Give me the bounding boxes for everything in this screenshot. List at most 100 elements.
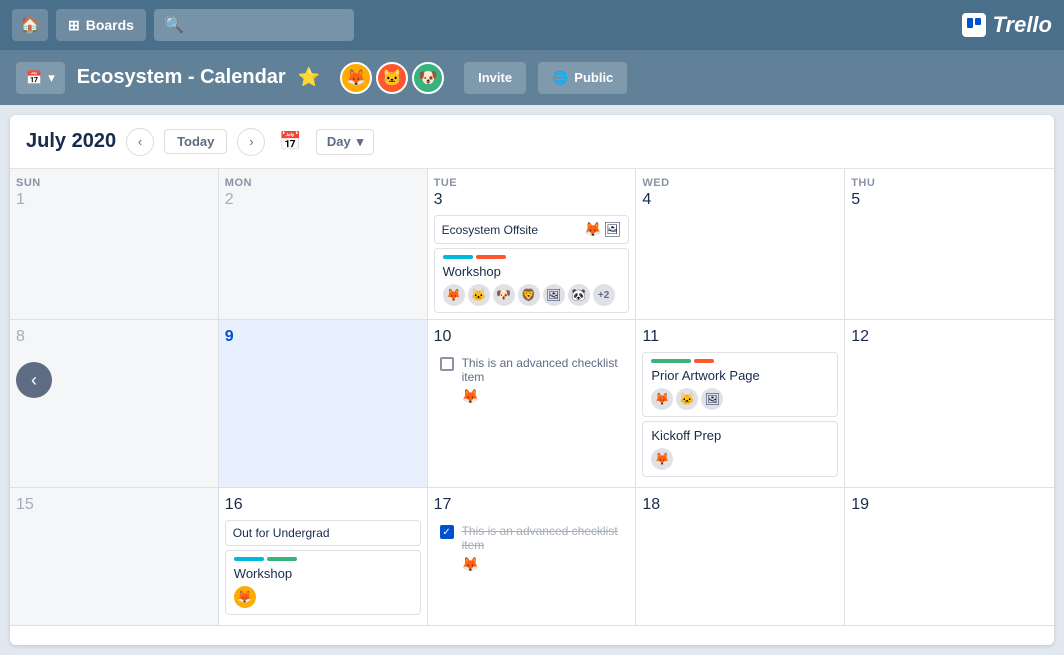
card-avatars: 🦊 🐱 🐶 🦁 🖼 🐼 +2: [443, 284, 621, 306]
color-bar-cyan: [443, 255, 473, 259]
avatar-emoji: 🖼: [604, 221, 622, 238]
banner-avatars: 🦊 🖼: [584, 221, 621, 238]
checklist-item-done: ✓ This is an advanced checklist item 🦊: [434, 520, 630, 577]
kickoff-prep-card[interactable]: Kickoff Prep 🦊: [642, 421, 838, 477]
public-label: Public: [574, 70, 613, 85]
trello-logo: Trello: [962, 12, 1052, 38]
day-name-tue: TUE: [434, 177, 630, 189]
workshop-row3-color-bar: [234, 557, 412, 561]
workshop-row3-avatars: 🦊: [234, 586, 412, 608]
card-avatar: 🐶: [493, 284, 515, 306]
chevron-down-icon: ▾: [357, 134, 364, 150]
color-bar-cyan2: [234, 557, 264, 561]
boards-label: Boards: [86, 17, 134, 33]
color-bar-red: [476, 255, 506, 259]
board-view-button[interactable]: 📅 ▾: [16, 62, 65, 94]
day-num-18: 18: [642, 496, 838, 514]
calendar-picker-icon[interactable]: 📅: [275, 127, 305, 156]
day-name-thu: THU: [851, 177, 1048, 189]
day-num-5: 5: [851, 191, 1048, 209]
day-num-19: 19: [851, 496, 1048, 514]
prior-artwork-color-bar: [651, 359, 829, 363]
day-num-1: 1: [16, 191, 212, 209]
card-avatar: 🦊: [443, 284, 465, 306]
day-num-11: 11: [642, 328, 838, 346]
calendar-view-icon: 📅: [26, 70, 42, 86]
card-avatar: 🖼: [543, 284, 565, 306]
avatar-group: 🦊 🐱 🐶: [340, 62, 444, 94]
calendar-cell-9: 9: [219, 320, 428, 488]
checklist-emoji: 🦊: [462, 556, 479, 573]
checklist-item-row2: This is an advanced checklist item 🦊: [434, 352, 630, 409]
view-label: Day: [327, 134, 351, 149]
calendar-toolbar: July 2020 ‹ Today › 📅 Day ▾: [10, 115, 1054, 169]
card-color-bar: [443, 255, 621, 259]
workshop-card-row3[interactable]: Workshop 🦊: [225, 550, 421, 615]
calendar-cell-sun1: SUN 1: [10, 169, 219, 320]
day-num-15: 15: [16, 496, 212, 514]
checkmark-icon: ✓: [442, 527, 450, 538]
boards-button[interactable]: ⊞ Boards: [56, 9, 146, 41]
card-avatar: 🐼: [568, 284, 590, 306]
today-button[interactable]: Today: [164, 129, 227, 154]
calendar-cell-16: 16 Out for Undergrad Workshop 🦊: [219, 488, 428, 626]
next-month-button[interactable]: ›: [237, 128, 265, 156]
out-for-undergrad-label: Out for Undergrad: [233, 526, 330, 540]
trello-wordmark: Trello: [992, 12, 1052, 38]
prior-artwork-avatars: 🦊 🐱 🖼: [651, 388, 829, 410]
calendar-cell-tue3: TUE 3 Ecosystem Offsite 🦊 🖼 Workshop: [428, 169, 637, 320]
workshop-row3-title: Workshop: [234, 566, 412, 581]
calendar-cell-12: 12: [845, 320, 1054, 488]
view-select[interactable]: Day ▾: [316, 129, 374, 155]
kickoff-prep-avatars: 🦊: [651, 448, 829, 470]
checklist-emoji: 🦊: [462, 388, 479, 405]
home-button[interactable]: 🏠: [12, 9, 48, 41]
boards-icon: ⊞: [68, 17, 80, 34]
ecosystem-offsite-banner[interactable]: Ecosystem Offsite 🦊 🖼: [434, 215, 630, 244]
day-num-3: 3: [434, 191, 630, 209]
day-num-8: 8: [16, 328, 212, 346]
card-avatar: 🦊: [234, 586, 256, 608]
day-name-mon: MON: [225, 177, 421, 189]
prev-month-button[interactable]: ‹: [126, 128, 154, 156]
day-num-4: 4: [642, 191, 838, 209]
ecosystem-offsite-label: Ecosystem Offsite: [442, 223, 538, 237]
card-avatar: 🦊: [651, 448, 673, 470]
calendar-cell-8: 8: [10, 320, 219, 488]
card-avatar: 🖼: [701, 388, 723, 410]
color-bar-red2: [694, 359, 714, 363]
avatar: 🦊: [340, 62, 372, 94]
kickoff-prep-title: Kickoff Prep: [651, 428, 829, 443]
day-name-wed: WED: [642, 177, 838, 189]
globe-icon: 🌐: [552, 70, 568, 86]
trello-logo-icon: [962, 13, 986, 37]
color-bar-green2: [267, 557, 297, 561]
checklist-text: This is an advanced checklist item: [462, 356, 624, 384]
day-num-17: 17: [434, 496, 630, 514]
prior-artwork-title: Prior Artwork Page: [651, 368, 829, 383]
calendar-cell-15: 15: [10, 488, 219, 626]
board-header: 📅 ▾ Ecosystem - Calendar ⭐ 🦊 🐱 🐶 Invite …: [0, 50, 1064, 105]
card-avatar: 🦁: [518, 284, 540, 306]
invite-button[interactable]: Invite: [464, 62, 526, 94]
search-icon: 🔍: [164, 15, 184, 35]
workshop-card[interactable]: Workshop 🦊 🐱 🐶 🦁 🖼 🐼 +2: [434, 248, 630, 313]
calendar-cell-18: 18: [636, 488, 845, 626]
card-avatar: 🐱: [676, 388, 698, 410]
checklist-checkbox[interactable]: [440, 357, 454, 371]
day-num-12: 12: [851, 328, 1048, 346]
checklist-checkbox-checked[interactable]: ✓: [440, 525, 454, 539]
prior-artwork-card[interactable]: Prior Artwork Page 🦊 🐱 🖼: [642, 352, 838, 417]
star-icon[interactable]: ⭐: [298, 67, 320, 88]
calendar-cell-10: 10 This is an advanced checklist item 🦊: [428, 320, 637, 488]
scroll-left-button[interactable]: ‹: [16, 362, 52, 398]
public-button[interactable]: 🌐 Public: [538, 62, 627, 94]
avatar-emoji: 🦊: [584, 221, 601, 238]
search-bar[interactable]: 🔍: [154, 9, 354, 41]
top-navigation: 🏠 ⊞ Boards 🔍 Trello: [0, 0, 1064, 50]
out-for-undergrad-banner[interactable]: Out for Undergrad: [225, 520, 421, 546]
checklist-text-done: This is an advanced checklist item: [462, 524, 624, 552]
card-avatar: 🦊: [651, 388, 673, 410]
day-num-2: 2: [225, 191, 421, 209]
chevron-down-icon: ▾: [48, 70, 55, 86]
